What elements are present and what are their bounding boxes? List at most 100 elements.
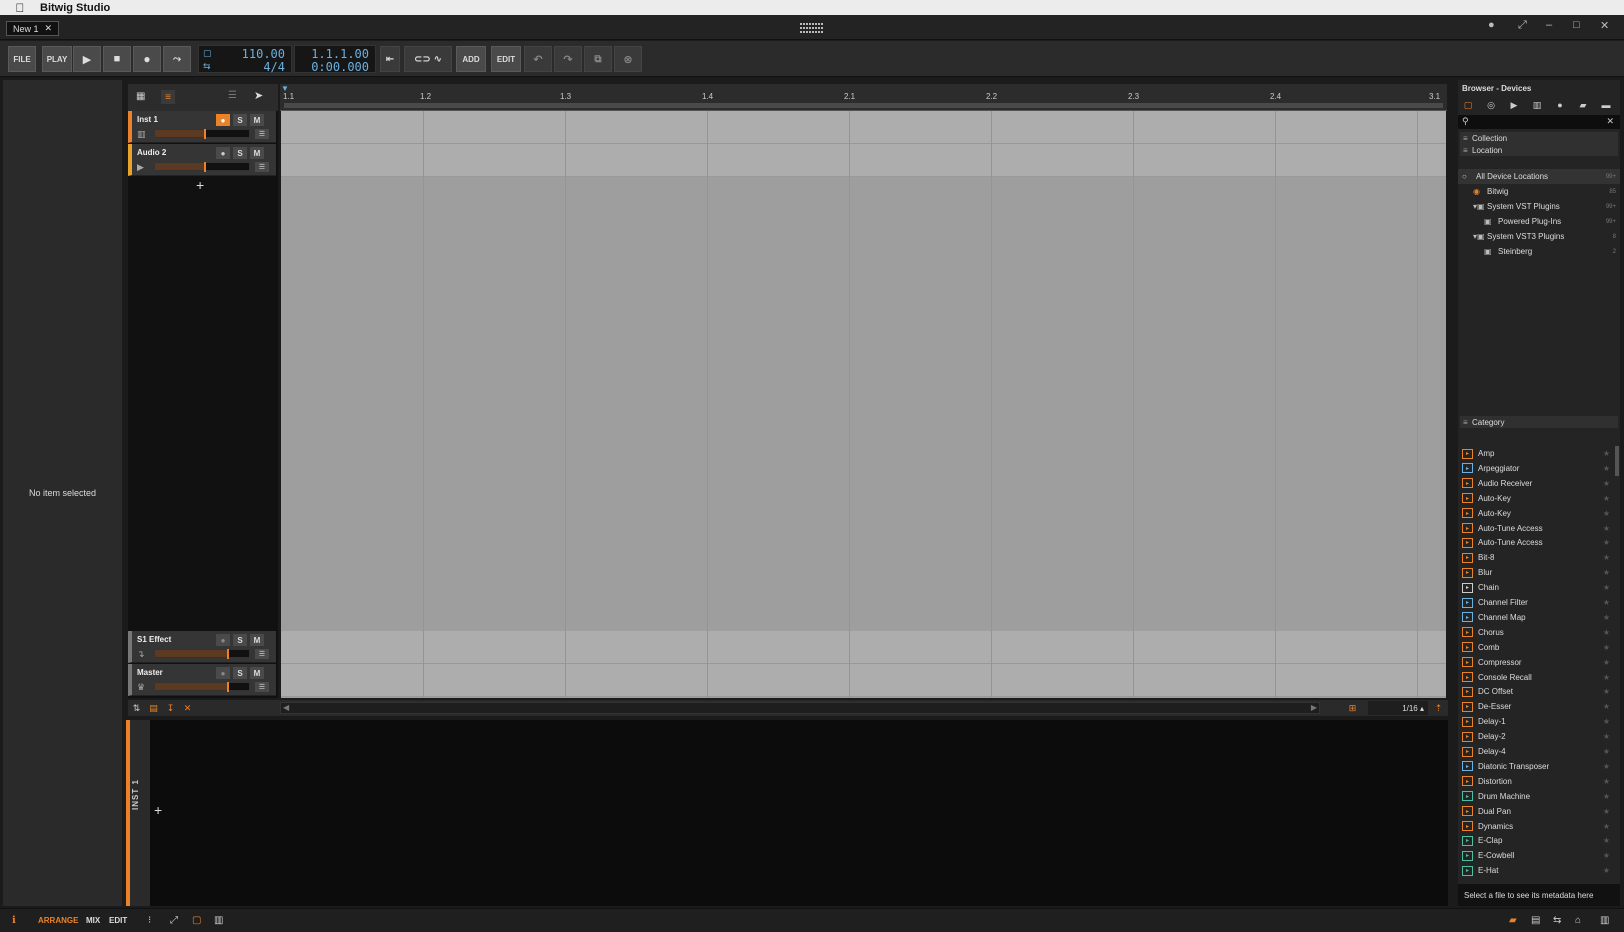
info-icon[interactable]: ℹ [12,915,16,926]
note-editor-icon[interactable]: ⁝ [148,915,151,926]
category-item[interactable]: ▸ E-Hat ★ [1458,863,1614,878]
category-item[interactable]: ▸ Channel Filter ★ [1458,595,1614,610]
files-tab-icon[interactable]: ▰ [1577,99,1589,111]
mute-button[interactable]: M [250,667,264,679]
category-item[interactable]: ▸ E-Clap ★ [1458,833,1614,848]
apple-icon[interactable]:  [0,1,40,15]
solo-button[interactable]: S [233,114,247,126]
track-list-icon[interactable]: ☰ [228,90,237,101]
tempo-value[interactable]: 110.00 [242,47,285,61]
favorite-star-icon[interactable]: ★ [1603,717,1610,726]
location-section[interactable]: Location [1460,144,1618,156]
location-item[interactable]: ▾▣ System VST Plugins 99+ [1458,199,1620,214]
location-item[interactable]: ▣ Steinberg 2 [1458,244,1620,259]
track-lane[interactable] [281,111,1446,144]
category-item[interactable]: ▸ Amp ★ [1458,446,1614,461]
category-item[interactable]: ▸ DC Offset ★ [1458,684,1614,699]
punch-icon[interactable]: ⇤ [380,46,400,72]
undo-icon[interactable]: ↶ [524,46,552,72]
clip-icon[interactable]: ▤ [147,702,160,714]
device-panel-toggle-icon[interactable]: ▢ [192,915,201,926]
solo-button[interactable]: S [233,634,247,646]
category-item[interactable]: ▸ Dual Pan ★ [1458,804,1614,819]
mix-view-tab[interactable]: MIX [86,916,100,925]
track-menu-icon[interactable]: ☰ [255,129,269,139]
volume-fader[interactable] [154,162,250,172]
favorite-star-icon[interactable]: ★ [1603,747,1610,756]
category-item[interactable]: ▸ Dynamics ★ [1458,819,1614,834]
record-arm-icon[interactable]: ● [216,114,230,126]
favorite-star-icon[interactable]: ★ [1603,732,1610,741]
favorite-star-icon[interactable]: ★ [1603,538,1610,547]
category-scrollbar[interactable] [1615,446,1619,476]
favorite-star-icon[interactable]: ★ [1603,836,1610,845]
presets-tab-icon[interactable]: ◎ [1485,99,1497,111]
category-item[interactable]: ▸ Chorus ★ [1458,625,1614,640]
horizontal-scrollbar[interactable]: ◀ ▶ [280,702,1320,714]
favorite-star-icon[interactable]: ★ [1603,822,1610,831]
devices-tab-icon[interactable]: ▢ [1462,99,1474,111]
track-menu-icon[interactable]: ☰ [255,649,269,659]
track-menu-icon[interactable]: ☰ [255,682,269,692]
category-item[interactable]: ▸ Compressor ★ [1458,655,1614,670]
track-header-master[interactable]: Master ● S M ♛ ☰ [128,664,276,696]
category-section[interactable]: Category [1460,416,1618,428]
favorite-star-icon[interactable]: ★ [1603,509,1610,518]
maximize-icon[interactable]: □ [1573,19,1580,31]
location-item[interactable]: ▣ Powered Plug-Ins 99+ [1458,214,1620,229]
favorite-star-icon[interactable]: ★ [1603,792,1610,801]
category-item[interactable]: ▸ Bit-8 ★ [1458,550,1614,565]
category-item[interactable]: ▸ E-Cowbell ★ [1458,848,1614,863]
favorite-star-icon[interactable]: ★ [1603,449,1610,458]
play-icon[interactable]: ▶ [73,46,101,72]
favorite-star-icon[interactable]: ★ [1603,643,1610,652]
category-item[interactable]: ▸ Arpeggiator ★ [1458,461,1614,476]
scroll-right-icon[interactable]: ▶ [1311,703,1317,712]
add-device-icon[interactable]: + [154,802,162,818]
favorite-star-icon[interactable]: ★ [1603,777,1610,786]
favorite-star-icon[interactable]: ★ [1603,762,1610,771]
bitwig-logo-icon[interactable] [800,23,824,34]
ruler-scrollbar[interactable] [284,103,1443,108]
keyboard-icon[interactable]: ▥ [1600,915,1609,926]
arranger-timeline[interactable] [281,111,1446,698]
solo-button[interactable]: S [233,147,247,159]
samples-tab-icon[interactable]: ▥ [1531,99,1543,111]
favorite-star-icon[interactable]: ★ [1603,628,1610,637]
clip-launcher-icon[interactable]: ▦ [136,91,145,102]
file-button[interactable]: FILE [8,46,36,72]
category-item[interactable]: ▸ De-Esser ★ [1458,699,1614,714]
fullscreen-icon[interactable]: ⤢ [1518,19,1527,32]
mixer-toggle-icon[interactable]: ▥ [214,915,223,926]
time-signature-value[interactable]: 4/4 [263,60,285,74]
project-icon[interactable]: ▤ [1531,915,1540,926]
browser-toggle-icon[interactable]: ▰ [1509,915,1517,926]
edit-button[interactable]: EDIT [491,46,521,72]
track-header-inst-1[interactable]: Inst 1 ● S M ▥ ☰ [128,111,276,143]
category-item[interactable]: ▸ Chain ★ [1458,580,1614,595]
favorite-star-icon[interactable]: ★ [1603,807,1610,816]
track-name[interactable]: Audio 2 [137,148,166,157]
favorite-star-icon[interactable]: ★ [1603,598,1610,607]
stop-icon[interactable]: ■ [103,46,131,72]
minimize-icon[interactable]: – [1546,19,1552,31]
tempo-display[interactable]: ▢ ⇆ 110.00 4/4 [198,45,292,74]
category-item[interactable]: ▸ Drum Machine ★ [1458,789,1614,804]
track-lane[interactable] [281,631,1446,664]
clear-search-icon[interactable]: ✕ [1606,116,1614,127]
snap-icon[interactable]: ⊞ [1346,702,1359,714]
info-tab-icon[interactable]: ● [1554,99,1566,111]
browser-search-input[interactable]: ⚲ ✕ [1458,115,1620,129]
position-display[interactable]: 1.1.1.00 0:00.000 [294,45,376,74]
favorite-star-icon[interactable]: ★ [1603,702,1610,711]
record-icon[interactable]: ● [133,46,161,72]
favorite-star-icon[interactable]: ★ [1603,613,1610,622]
category-item[interactable]: ▸ Auto-Key ★ [1458,506,1614,521]
category-item[interactable]: ▸ Console Recall ★ [1458,670,1614,685]
automation-icon[interactable]: ⤢ [170,915,178,926]
favorite-star-icon[interactable]: ★ [1603,583,1610,592]
location-item[interactable]: ▾▣ System VST3 Plugins 8 [1458,229,1620,244]
track-name[interactable]: Master [137,668,163,677]
grid-resolution-select[interactable]: 1/16 ▴ [1368,701,1428,715]
zoom-fit-icon[interactable]: ⇡ [1432,702,1445,714]
